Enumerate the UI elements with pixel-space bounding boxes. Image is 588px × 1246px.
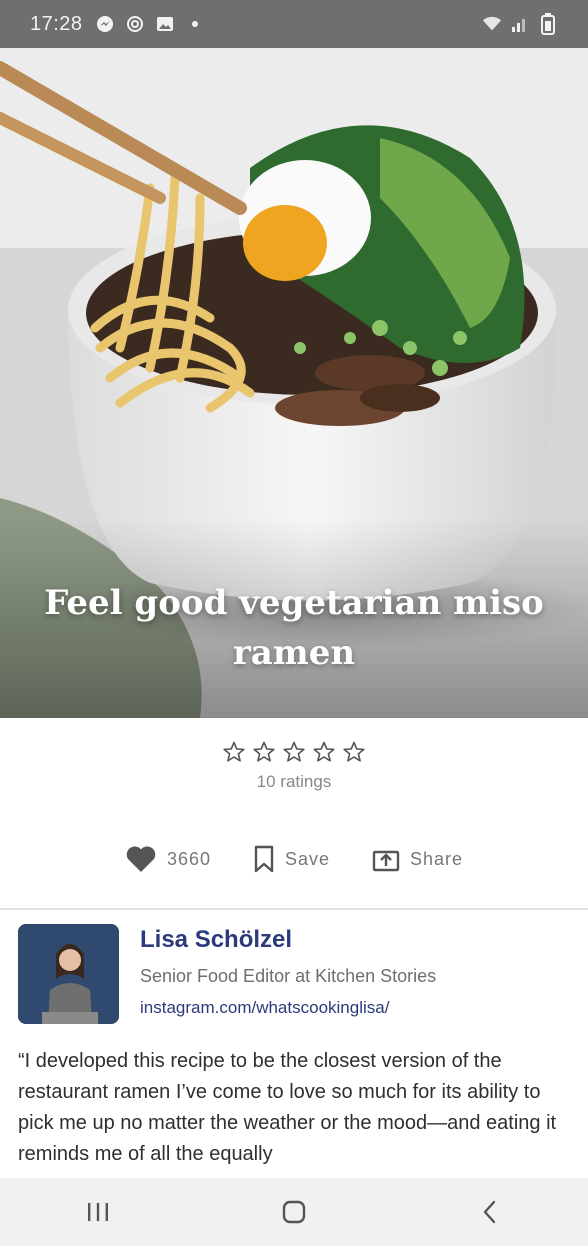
threads-icon	[125, 14, 145, 34]
author-avatar[interactable]	[18, 924, 119, 1024]
author-photo	[18, 924, 119, 1024]
back-button[interactable]	[450, 1184, 530, 1240]
save-button[interactable]: Save	[253, 845, 330, 873]
star-icon[interactable]	[312, 740, 336, 764]
author-name[interactable]: Lisa Schölzel	[140, 926, 292, 954]
section-divider	[0, 908, 588, 910]
bookmark-icon	[254, 845, 274, 873]
author-card: Lisa Schölzel Senior Food Editor at Kitc…	[18, 924, 578, 1026]
notification-icons	[95, 14, 205, 34]
recipe-description: “I developed this recipe to be the close…	[18, 1050, 557, 1165]
like-count: 3660	[166, 848, 211, 869]
home-button[interactable]	[254, 1184, 334, 1240]
recipe-title: Feel good vegetarian miso ramen	[44, 583, 544, 673]
rating-section: 10 ratings	[0, 740, 588, 792]
share-button[interactable]: Share	[372, 846, 463, 872]
author-instagram-link[interactable]: instagram.com/whatscookinglisa/	[140, 998, 389, 1018]
battery-icon	[538, 13, 558, 35]
recipe-actions: 3660 Save Share	[0, 836, 588, 882]
back-icon	[483, 1200, 496, 1224]
star-icon[interactable]	[252, 740, 276, 764]
save-label: Save	[284, 848, 331, 869]
status-bar: 17:28	[0, 0, 588, 48]
gallery-icon	[155, 14, 175, 34]
recent-apps-button[interactable]	[58, 1184, 138, 1240]
like-button[interactable]: 3660	[125, 845, 211, 873]
rating-stars[interactable]	[0, 740, 588, 764]
recipe-hero-image: Feel good vegetarian miso ramen	[0, 48, 588, 718]
status-time: 17:28	[30, 12, 83, 35]
system-navigation-bar	[0, 1178, 588, 1246]
heart-icon	[126, 846, 156, 872]
wifi-icon	[482, 14, 502, 34]
rating-count: 10 ratings	[256, 772, 332, 791]
star-icon[interactable]	[282, 740, 306, 764]
author-role: Senior Food Editor at Kitchen Stories	[140, 966, 437, 986]
recent-apps-icon	[88, 1203, 108, 1221]
messenger-icon	[95, 14, 115, 34]
star-icon[interactable]	[342, 740, 366, 764]
share-label: Share	[410, 848, 464, 869]
share-icon	[372, 850, 400, 872]
dot-icon	[185, 14, 205, 34]
home-icon	[282, 1200, 306, 1224]
star-icon[interactable]	[222, 740, 246, 764]
signal-icon	[510, 14, 530, 34]
